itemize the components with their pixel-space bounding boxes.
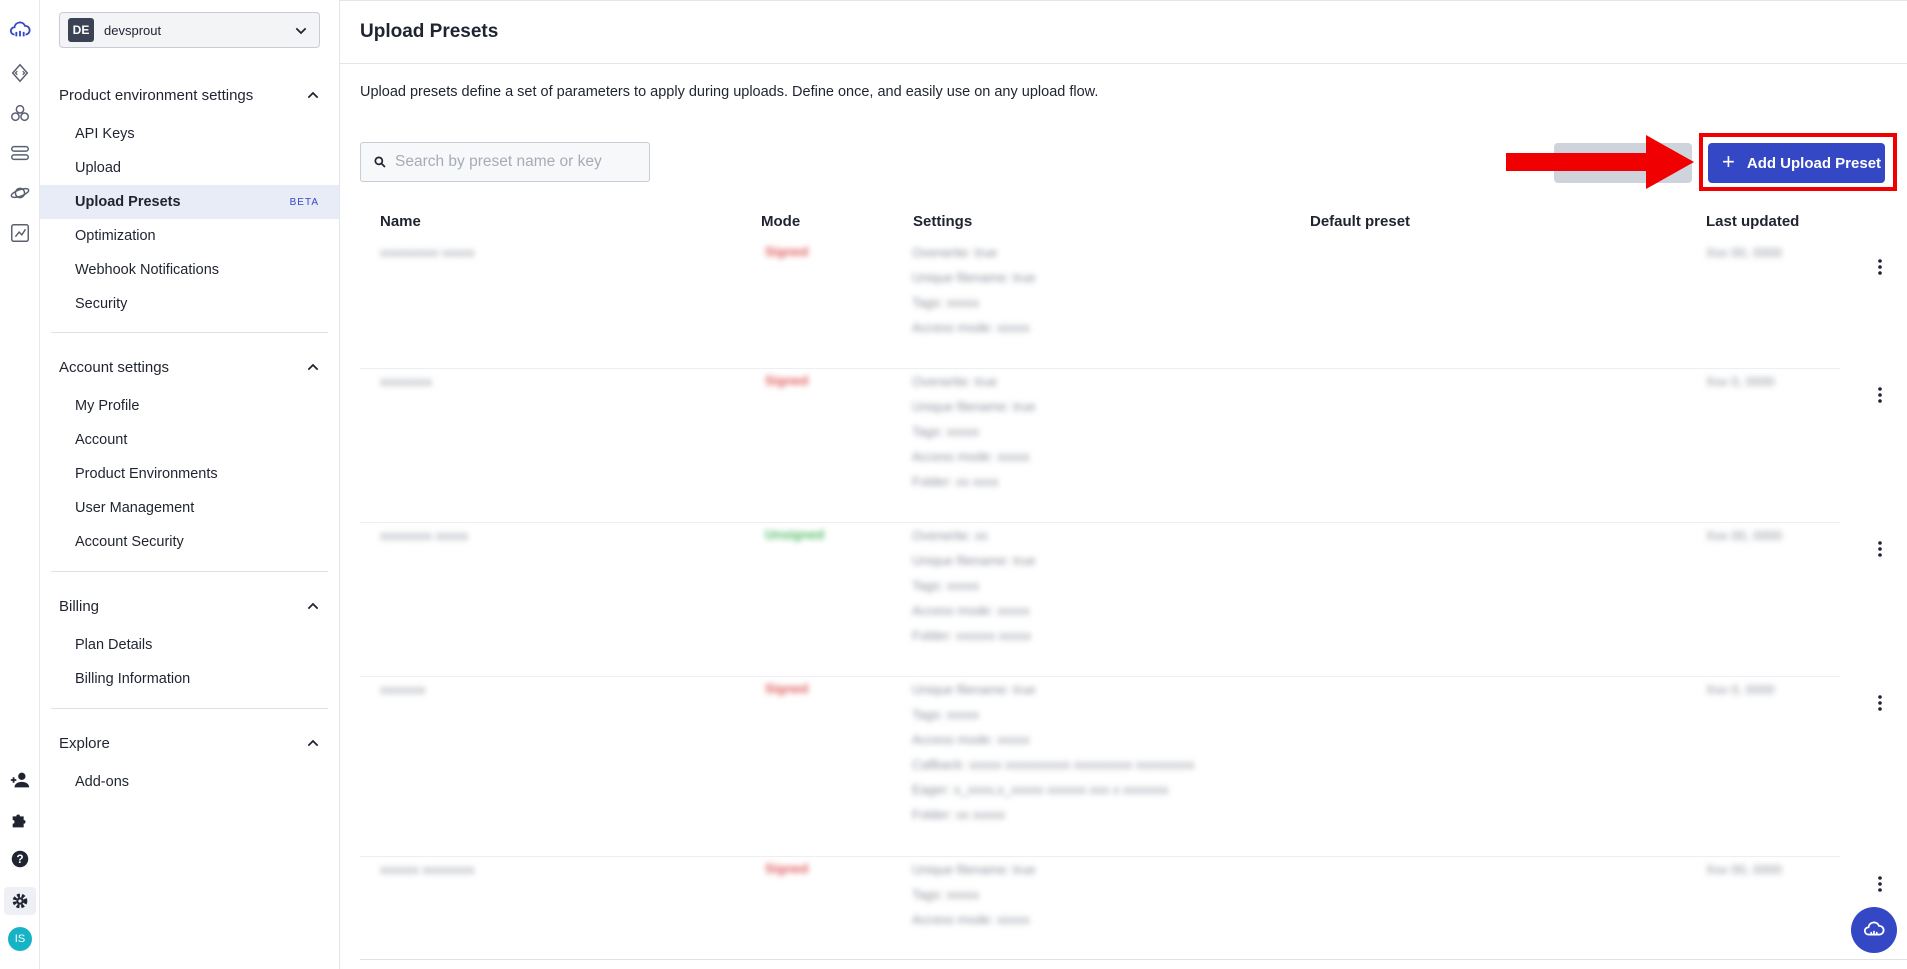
- preset-settings: Unique filename: true Tags: xxxxx Access m…: [912, 862, 1036, 927]
- add-upload-preset-label: Add Upload Preset: [1746, 154, 1882, 172]
- cloud-chat-icon: [1863, 921, 1885, 936]
- preset-mode: Signed: [765, 861, 809, 876]
- page-header: Upload Presets: [340, 0, 1907, 64]
- arrow-annotation-icon: [1506, 135, 1694, 189]
- table-row[interactable]: xxxxxxxx xxxxx Unsigned Overwrite: xx Uni…: [360, 522, 1840, 676]
- preset-last-updated: Xxx 00, 0000: [1706, 862, 1782, 877]
- sidebar-item-upload-presets[interactable]: Upload Presets BETA: [40, 185, 339, 219]
- invite-user-icon[interactable]: [8, 768, 32, 792]
- preset-name: xxxxxxxx: [380, 374, 432, 389]
- sidebar-item-user-management[interactable]: User Management: [40, 491, 339, 525]
- sidebar-item-label: Upload Presets: [75, 194, 181, 210]
- preset-mode: Unsigned: [765, 527, 825, 542]
- chevron-up-icon[interactable]: [305, 598, 321, 614]
- sidebar-item-account[interactable]: Account: [40, 423, 339, 457]
- preset-settings: Overwrite: true Unique filename: true Tags…: [912, 245, 1036, 335]
- section-account-settings[interactable]: Account settings: [59, 355, 321, 379]
- search-icon: [374, 156, 386, 168]
- column-header-last-updated[interactable]: Last updated: [1706, 213, 1799, 230]
- preset-name: xxxxxxxx xxxxx: [380, 528, 469, 543]
- avatar[interactable]: IS: [8, 927, 32, 951]
- puzzle-icon[interactable]: [8, 808, 32, 832]
- search-box[interactable]: [360, 142, 650, 182]
- beta-badge: BETA: [289, 196, 319, 208]
- column-header-name[interactable]: Name: [380, 213, 421, 230]
- chevron-up-icon[interactable]: [305, 735, 321, 751]
- plus-icon: +: [1722, 149, 1735, 174]
- environment-badge: DE: [68, 18, 94, 42]
- sidebar-item-security[interactable]: Security: [40, 287, 339, 321]
- more-options-icon[interactable]: [1870, 537, 1890, 561]
- icon-rail: ? IS: [0, 0, 40, 969]
- table-row[interactable]: xxxxxxxx Signed Overwrite: true Unique fi…: [360, 368, 1840, 522]
- chevron-up-icon[interactable]: [305, 359, 321, 375]
- table-row[interactable]: xxxxxxx Signed Unique filename: true Tags…: [360, 676, 1840, 856]
- more-options-icon[interactable]: [1870, 383, 1890, 407]
- sidebar-item-webhook-notifications[interactable]: Webhook Notifications: [40, 253, 339, 287]
- cloudinary-logo-icon[interactable]: [8, 18, 32, 42]
- more-options-icon[interactable]: [1870, 691, 1890, 715]
- sidebar-divider: [51, 332, 328, 333]
- section-title: Product environment settings: [59, 86, 254, 104]
- sidebar-item-product-environments[interactable]: Product Environments: [40, 457, 339, 491]
- section-explore[interactable]: Explore: [59, 731, 321, 755]
- page-title: Upload Presets: [360, 21, 499, 42]
- section-product-environment-settings[interactable]: Product environment settings: [59, 83, 321, 107]
- page-description: Upload presets define a set of parameter…: [360, 84, 1099, 100]
- pipeline-icon[interactable]: [8, 141, 32, 165]
- column-header-default-preset[interactable]: Default preset: [1310, 213, 1410, 230]
- analytics-icon[interactable]: [8, 221, 32, 245]
- preset-mode: Signed: [765, 681, 809, 696]
- environment-name: devsprout: [104, 22, 162, 38]
- help-icon[interactable]: ?: [8, 847, 32, 871]
- add-upload-preset-button[interactable]: + Add Upload Preset: [1708, 143, 1885, 183]
- table-bottom-divider: [360, 959, 1907, 960]
- sidebar-divider: [51, 708, 328, 709]
- preset-name: vvvvvvvvv vvvvv: [380, 245, 475, 260]
- sidebar-item-account-security[interactable]: Account Security: [40, 525, 339, 559]
- preset-name: xxxxxx xxxxxxxx: [380, 862, 475, 877]
- support-chat-button[interactable]: [1851, 907, 1897, 953]
- search-input[interactable]: [395, 153, 645, 171]
- planet-icon[interactable]: [8, 181, 32, 205]
- column-header-settings[interactable]: Settings: [913, 213, 972, 230]
- preset-settings: Overwrite: xx Unique filename: true Tags: …: [912, 528, 1036, 643]
- more-options-icon[interactable]: [1870, 872, 1890, 896]
- sidebar-item-api-keys[interactable]: API Keys: [40, 117, 339, 151]
- assets-icon[interactable]: [8, 101, 32, 125]
- preset-settings: Overwrite: true Unique filename: true Tags…: [912, 374, 1036, 489]
- section-title: Explore: [59, 734, 110, 752]
- section-billing[interactable]: Billing: [59, 594, 321, 618]
- chevron-up-icon[interactable]: [305, 87, 321, 103]
- section-title: Account settings: [59, 358, 170, 376]
- sidebar-item-optimization[interactable]: Optimization: [40, 219, 339, 253]
- settings-sidebar: DE devsprout Product environment setting…: [40, 0, 340, 969]
- code-icon[interactable]: [8, 61, 32, 85]
- sidebar-item-my-profile[interactable]: My Profile: [40, 389, 339, 423]
- chevron-down-icon: [295, 27, 307, 35]
- more-options-icon[interactable]: [1870, 255, 1890, 279]
- sidebar-item-add-ons[interactable]: Add-ons: [40, 765, 339, 799]
- sidebar-item-plan-details[interactable]: Plan Details: [40, 628, 339, 662]
- preset-mode: Signed: [765, 373, 809, 388]
- preset-last-updated: Xxx 00, 0000: [1706, 528, 1782, 543]
- preset-name: xxxxxxx: [380, 682, 426, 697]
- environment-selector[interactable]: DE devsprout: [59, 12, 320, 48]
- sidebar-divider: [51, 571, 328, 572]
- sidebar-item-upload[interactable]: Upload: [40, 151, 339, 185]
- sidebar-item-billing-information[interactable]: Billing Information: [40, 662, 339, 696]
- section-title: Billing: [59, 597, 100, 615]
- column-header-mode[interactable]: Mode: [761, 213, 800, 230]
- gear-icon[interactable]: [4, 887, 36, 915]
- preset-mode: Signed: [765, 244, 809, 259]
- main-content: Upload Presets Upload presets define a s…: [340, 0, 1907, 969]
- preset-settings: Unique filename: true Tags: xxxxx Access m…: [912, 682, 1195, 822]
- table-row[interactable]: xxxxxx xxxxxxxx Signed Unique filename: …: [360, 856, 1840, 956]
- preset-last-updated: Xxx 00, 0000: [1706, 245, 1782, 260]
- svg-text:?: ?: [16, 852, 23, 866]
- preset-last-updated: Xxx 0, 0000: [1706, 374, 1775, 389]
- preset-last-updated: Xxx 0, 0000: [1706, 682, 1775, 697]
- table-row[interactable]: vvvvvvvvv vvvvv Signed Overwrite: true Un…: [360, 240, 1840, 368]
